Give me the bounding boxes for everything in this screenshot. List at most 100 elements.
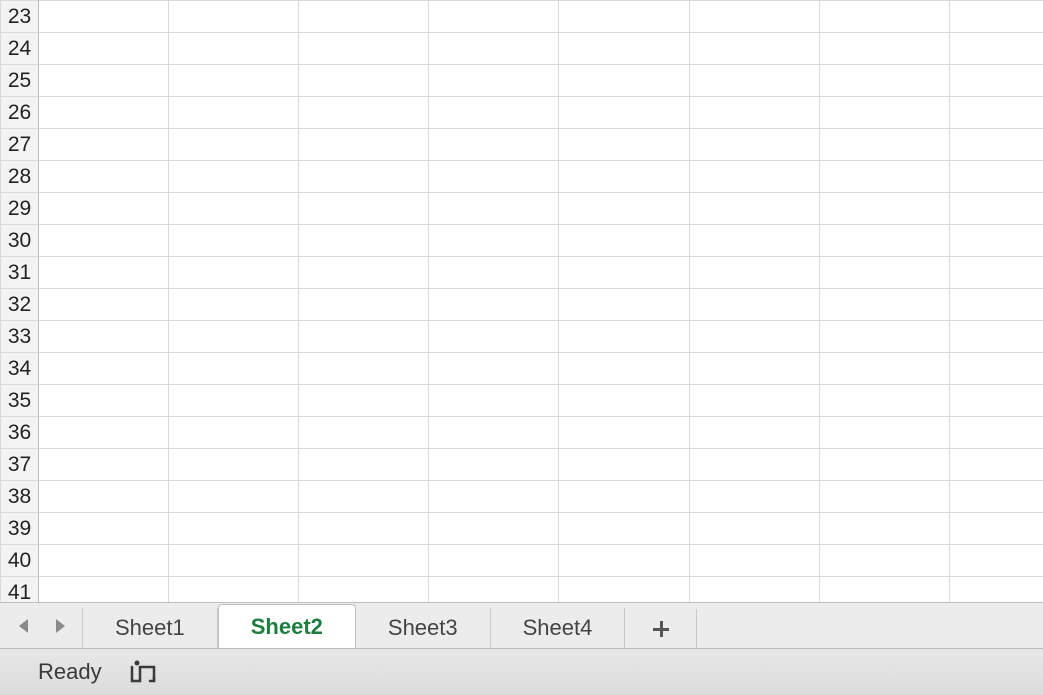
- cell[interactable]: [949, 97, 1043, 129]
- row-header[interactable]: 33: [1, 321, 39, 353]
- cell[interactable]: [819, 225, 949, 257]
- cell[interactable]: [819, 193, 949, 225]
- cell[interactable]: [819, 417, 949, 449]
- cell[interactable]: [819, 257, 949, 289]
- cell[interactable]: [429, 1, 559, 33]
- cell[interactable]: [299, 225, 429, 257]
- cell[interactable]: [819, 513, 949, 545]
- cell[interactable]: [559, 193, 689, 225]
- cell[interactable]: [299, 257, 429, 289]
- cell[interactable]: [169, 577, 299, 603]
- cell[interactable]: [689, 129, 819, 161]
- cell[interactable]: [559, 225, 689, 257]
- cell[interactable]: [39, 449, 169, 481]
- cell[interactable]: [559, 289, 689, 321]
- cell[interactable]: [429, 321, 559, 353]
- cell[interactable]: [299, 65, 429, 97]
- cell[interactable]: [559, 129, 689, 161]
- cell[interactable]: [949, 513, 1043, 545]
- cell[interactable]: [169, 97, 299, 129]
- cell[interactable]: [819, 289, 949, 321]
- cell[interactable]: [949, 545, 1043, 577]
- cell[interactable]: [39, 225, 169, 257]
- cell[interactable]: [559, 161, 689, 193]
- cell[interactable]: [39, 481, 169, 513]
- cell[interactable]: [299, 513, 429, 545]
- cell[interactable]: [689, 353, 819, 385]
- cell[interactable]: [819, 353, 949, 385]
- cell[interactable]: [39, 289, 169, 321]
- cell[interactable]: [169, 449, 299, 481]
- cell[interactable]: [39, 545, 169, 577]
- cell[interactable]: [39, 193, 169, 225]
- cell[interactable]: [559, 257, 689, 289]
- cell[interactable]: [169, 1, 299, 33]
- cell[interactable]: [39, 577, 169, 603]
- row-header[interactable]: 31: [1, 257, 39, 289]
- cell[interactable]: [39, 97, 169, 129]
- cell[interactable]: [39, 257, 169, 289]
- cell[interactable]: [429, 385, 559, 417]
- cell[interactable]: [559, 481, 689, 513]
- row-header[interactable]: 27: [1, 129, 39, 161]
- row-header[interactable]: 30: [1, 225, 39, 257]
- cell[interactable]: [299, 545, 429, 577]
- cell[interactable]: [169, 417, 299, 449]
- cell[interactable]: [689, 225, 819, 257]
- cell[interactable]: [819, 577, 949, 603]
- row-header[interactable]: 24: [1, 33, 39, 65]
- next-sheet-button[interactable]: [50, 614, 70, 638]
- sheet-tab[interactable]: Sheet4: [491, 608, 626, 648]
- cell[interactable]: [169, 65, 299, 97]
- row-header[interactable]: 37: [1, 449, 39, 481]
- cell[interactable]: [689, 257, 819, 289]
- cell[interactable]: [949, 33, 1043, 65]
- cell[interactable]: [299, 481, 429, 513]
- cell-grid[interactable]: 23242526272829303132333435363738394041: [0, 0, 1043, 602]
- row-header[interactable]: 35: [1, 385, 39, 417]
- cell[interactable]: [39, 353, 169, 385]
- cell[interactable]: [819, 449, 949, 481]
- sheet-tab[interactable]: Sheet1: [82, 608, 218, 648]
- cell[interactable]: [819, 481, 949, 513]
- cell[interactable]: [169, 161, 299, 193]
- cell[interactable]: [429, 33, 559, 65]
- cell[interactable]: [949, 225, 1043, 257]
- cell[interactable]: [689, 545, 819, 577]
- sheet-tab[interactable]: Sheet3: [356, 608, 491, 648]
- cell[interactable]: [689, 193, 819, 225]
- sheet-tab[interactable]: Sheet2: [218, 604, 356, 648]
- cell[interactable]: [819, 161, 949, 193]
- cell[interactable]: [39, 513, 169, 545]
- cell[interactable]: [39, 1, 169, 33]
- cell[interactable]: [819, 65, 949, 97]
- cell[interactable]: [169, 321, 299, 353]
- cell[interactable]: [39, 321, 169, 353]
- cell[interactable]: [689, 417, 819, 449]
- cell[interactable]: [559, 545, 689, 577]
- cell[interactable]: [559, 417, 689, 449]
- cell[interactable]: [299, 385, 429, 417]
- cell[interactable]: [689, 385, 819, 417]
- cell[interactable]: [689, 321, 819, 353]
- cell[interactable]: [819, 385, 949, 417]
- cell[interactable]: [39, 161, 169, 193]
- cell[interactable]: [429, 257, 559, 289]
- cell[interactable]: [429, 417, 559, 449]
- accessibility-icon[interactable]: [128, 659, 158, 685]
- cell[interactable]: [299, 417, 429, 449]
- cell[interactable]: [299, 577, 429, 603]
- cell[interactable]: [689, 577, 819, 603]
- cell[interactable]: [299, 193, 429, 225]
- cell[interactable]: [559, 321, 689, 353]
- cell[interactable]: [559, 385, 689, 417]
- cell[interactable]: [429, 481, 559, 513]
- cell[interactable]: [819, 97, 949, 129]
- cell[interactable]: [559, 1, 689, 33]
- cell[interactable]: [169, 289, 299, 321]
- cell[interactable]: [559, 97, 689, 129]
- row-header[interactable]: 32: [1, 289, 39, 321]
- cell[interactable]: [429, 513, 559, 545]
- cell[interactable]: [949, 417, 1043, 449]
- row-header[interactable]: 36: [1, 417, 39, 449]
